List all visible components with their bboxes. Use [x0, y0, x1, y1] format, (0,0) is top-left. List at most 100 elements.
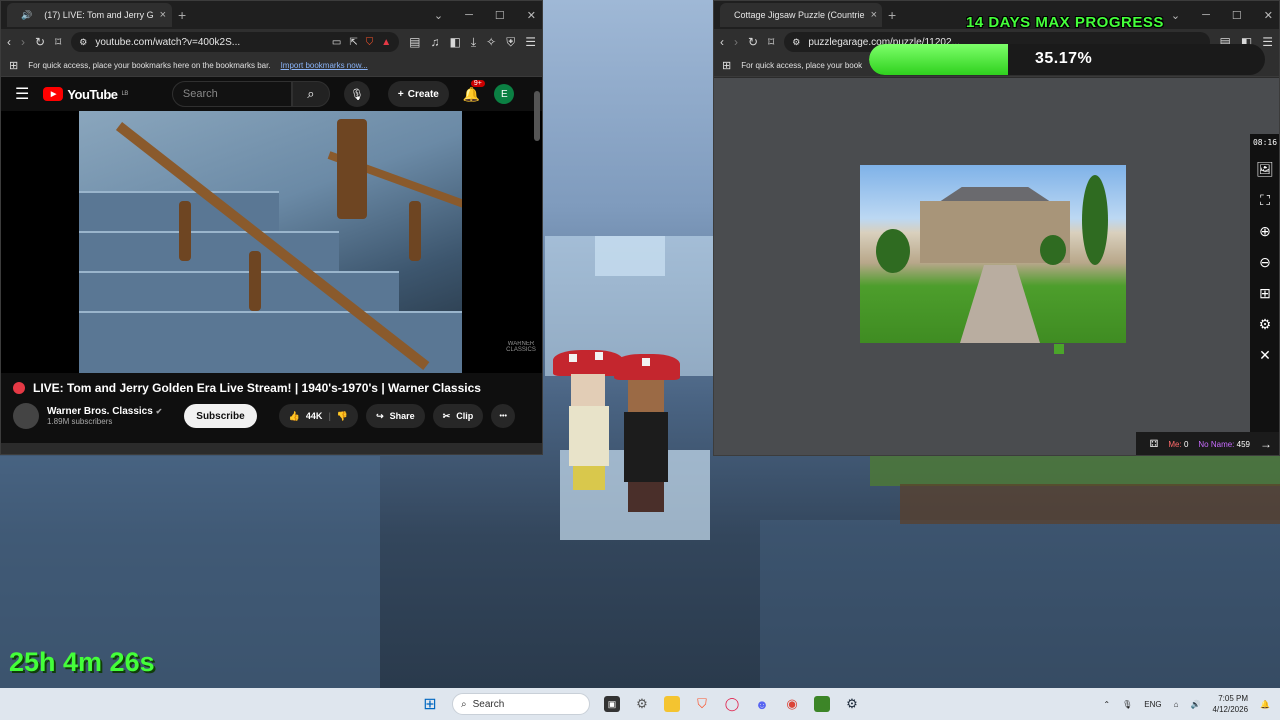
cap-spot	[595, 352, 603, 360]
channel-name[interactable]: Warner Bros. Classics	[47, 406, 153, 417]
channel-avatar[interactable]	[13, 403, 39, 429]
cap-spot	[642, 358, 650, 366]
clock[interactable]: 7:05 PM 4/12/2026	[1212, 693, 1248, 715]
tab-search-icon[interactable]: ⌄	[1171, 9, 1180, 22]
settings-gear-icon[interactable]: ⚙	[1259, 316, 1272, 333]
brave-browser-icon[interactable]: ⛉	[694, 696, 710, 712]
new-tab-button[interactable]: +	[888, 7, 896, 23]
site-info-icon[interactable]: ⚙	[79, 37, 87, 48]
apps-grid-icon[interactable]: ⊞	[722, 59, 731, 72]
volume-icon[interactable]: 🔊	[1190, 700, 1200, 709]
opera-browser-icon[interactable]: ◯	[724, 696, 740, 712]
more-actions-button[interactable]: •••	[491, 404, 516, 428]
notifications-bell-icon[interactable]: 🔔 9+	[463, 79, 485, 103]
vpn-icon[interactable]: ⛨	[506, 35, 515, 50]
brave-rewards-icon[interactable]: ▲	[381, 37, 391, 48]
account-avatar[interactable]: E	[494, 84, 515, 104]
clip-button[interactable]: ✂ Clip	[432, 404, 484, 428]
network-icon[interactable]: ⌂	[1174, 700, 1179, 709]
maximize-button[interactable]: ☐	[1232, 9, 1242, 22]
zoom-out-icon[interactable]: ⊖	[1259, 254, 1271, 271]
zoom-in-icon[interactable]: ⊕	[1259, 223, 1271, 240]
player-body	[624, 412, 668, 482]
thumbs-down-icon[interactable]: 👎	[337, 411, 348, 422]
back-icon[interactable]: ‹	[720, 35, 724, 49]
site-info-icon[interactable]: ⚙	[792, 37, 800, 48]
settings-app-icon[interactable]: ⚙	[634, 696, 650, 712]
downloads-icon[interactable]: ⤓	[471, 35, 476, 50]
notification-center-icon[interactable]: 🔔	[1260, 700, 1270, 709]
video-info: LIVE: Tom and Jerry Golden Era Live Stre…	[1, 373, 542, 443]
import-bookmarks-link[interactable]: Import bookmarks now...	[281, 61, 368, 70]
tab-search-icon[interactable]: ⌄	[434, 9, 443, 22]
microphone-tray-icon[interactable]: 🎙	[1122, 700, 1132, 709]
score-noname: No Name: 459	[1198, 440, 1250, 449]
chrome-icon[interactable]: ◉	[784, 696, 800, 712]
media-icon[interactable]: ♫	[431, 35, 440, 49]
bookmark-icon[interactable]: ⌑	[55, 35, 61, 49]
like-button[interactable]: 👍 44K | 👎	[278, 404, 359, 428]
tab-puzzle[interactable]: Cottage Jigsaw Puzzle (Countrie ×	[720, 3, 882, 27]
hamburger-menu-icon[interactable]: ☰	[15, 84, 29, 104]
fullscreen-icon[interactable]: ⛶	[1260, 192, 1270, 209]
forward-icon[interactable]: ›	[734, 35, 738, 49]
forward-icon[interactable]: ›	[21, 35, 25, 49]
maximize-button[interactable]: ☐	[495, 9, 505, 22]
windows-start-icon[interactable]: ⊞	[422, 696, 438, 713]
puzzle-image[interactable]	[860, 165, 1126, 343]
youtube-logo[interactable]: ▶ YouTube LB	[43, 87, 128, 102]
sidebar-icon[interactable]: ◧	[450, 35, 461, 49]
apps-grid-icon[interactable]: ⊞	[9, 59, 18, 72]
task-view-icon[interactable]: ▣	[604, 696, 620, 712]
menu-icon[interactable]: ☰	[525, 35, 536, 49]
file-explorer-icon[interactable]	[664, 696, 680, 712]
address-bar[interactable]: ⚙ youtube.com/watch?v=400k2S... ▭ ⇱ ⛉ ▲	[71, 32, 400, 52]
player-legs	[628, 482, 664, 512]
taskbar-search-input[interactable]: ⌕ Search	[452, 693, 590, 715]
tab-close-icon[interactable]: ×	[871, 9, 877, 21]
discord-icon[interactable]: ☻	[754, 696, 770, 712]
create-button[interactable]: + Create	[387, 81, 449, 107]
close-window-button[interactable]: ✕	[1264, 9, 1273, 22]
reload-icon[interactable]: ↻	[748, 35, 758, 49]
cast-icon[interactable]: ▭	[332, 37, 341, 48]
minecraft-launcher-icon[interactable]	[814, 696, 830, 712]
minimize-button[interactable]: ─	[1202, 9, 1210, 21]
menu-icon[interactable]: ☰	[1262, 35, 1273, 49]
new-tab-button[interactable]: +	[178, 7, 186, 23]
close-puzzle-icon[interactable]: ✕	[1259, 347, 1271, 364]
language-indicator[interactable]: ENG	[1144, 700, 1161, 709]
reader-icon[interactable]: ▤	[409, 35, 420, 49]
puzzle-board[interactable]: 08:16 🖼 ⛶ ⊕ ⊖ ⊞ ⚙ ✕ ⚃ Me: 0 No Name: 459…	[714, 78, 1279, 455]
microphone-icon[interactable]: 🎙	[343, 81, 370, 107]
back-icon[interactable]: ‹	[7, 35, 11, 49]
leo-ai-icon[interactable]: ✧	[486, 35, 496, 49]
subscribe-button[interactable]: Subscribe	[184, 404, 257, 428]
share-page-icon[interactable]: ⇱	[349, 37, 357, 48]
speaker-icon[interactable]: 🔊	[21, 10, 32, 21]
brave-shield-icon[interactable]: ⛉	[366, 37, 374, 48]
search-icon[interactable]: ⌕	[291, 81, 330, 107]
tree	[1040, 235, 1066, 265]
video-title-row: LIVE: Tom and Jerry Golden Era Live Stre…	[13, 381, 530, 395]
progress-percent: 35.17%	[1035, 50, 1093, 67]
youtube-browser-window: 🔊 (17) LIVE: Tom and Jerry G × + ⌄ ─ ☐ ✕…	[0, 0, 543, 455]
plus-icon: +	[397, 88, 404, 100]
preview-image-icon[interactable]: 🖼	[1256, 161, 1274, 178]
tab-close-icon[interactable]: ×	[160, 9, 166, 21]
minimize-button[interactable]: ─	[465, 9, 473, 21]
share-button[interactable]: ↪ Share	[366, 404, 425, 428]
bookmark-icon[interactable]: ⌑	[768, 35, 774, 49]
youtube-search-input[interactable]: Search	[171, 81, 292, 107]
steam-icon[interactable]: ⚙	[844, 696, 860, 712]
close-window-button[interactable]: ✕	[527, 9, 536, 22]
tab-youtube[interactable]: 🔊 (17) LIVE: Tom and Jerry G ×	[7, 3, 172, 27]
grid-icon[interactable]: ⊞	[1259, 285, 1271, 302]
me-value: 0	[1183, 439, 1189, 449]
video-player[interactable]: WARNER CLASSICS	[1, 111, 542, 373]
arrow-right-icon[interactable]: →	[1260, 437, 1272, 451]
reload-icon[interactable]: ↻	[35, 35, 45, 49]
loose-puzzle-piece[interactable]	[1054, 344, 1064, 354]
page-scrollbar[interactable]	[534, 91, 540, 141]
chevron-up-icon[interactable]: ⌃	[1103, 700, 1110, 709]
